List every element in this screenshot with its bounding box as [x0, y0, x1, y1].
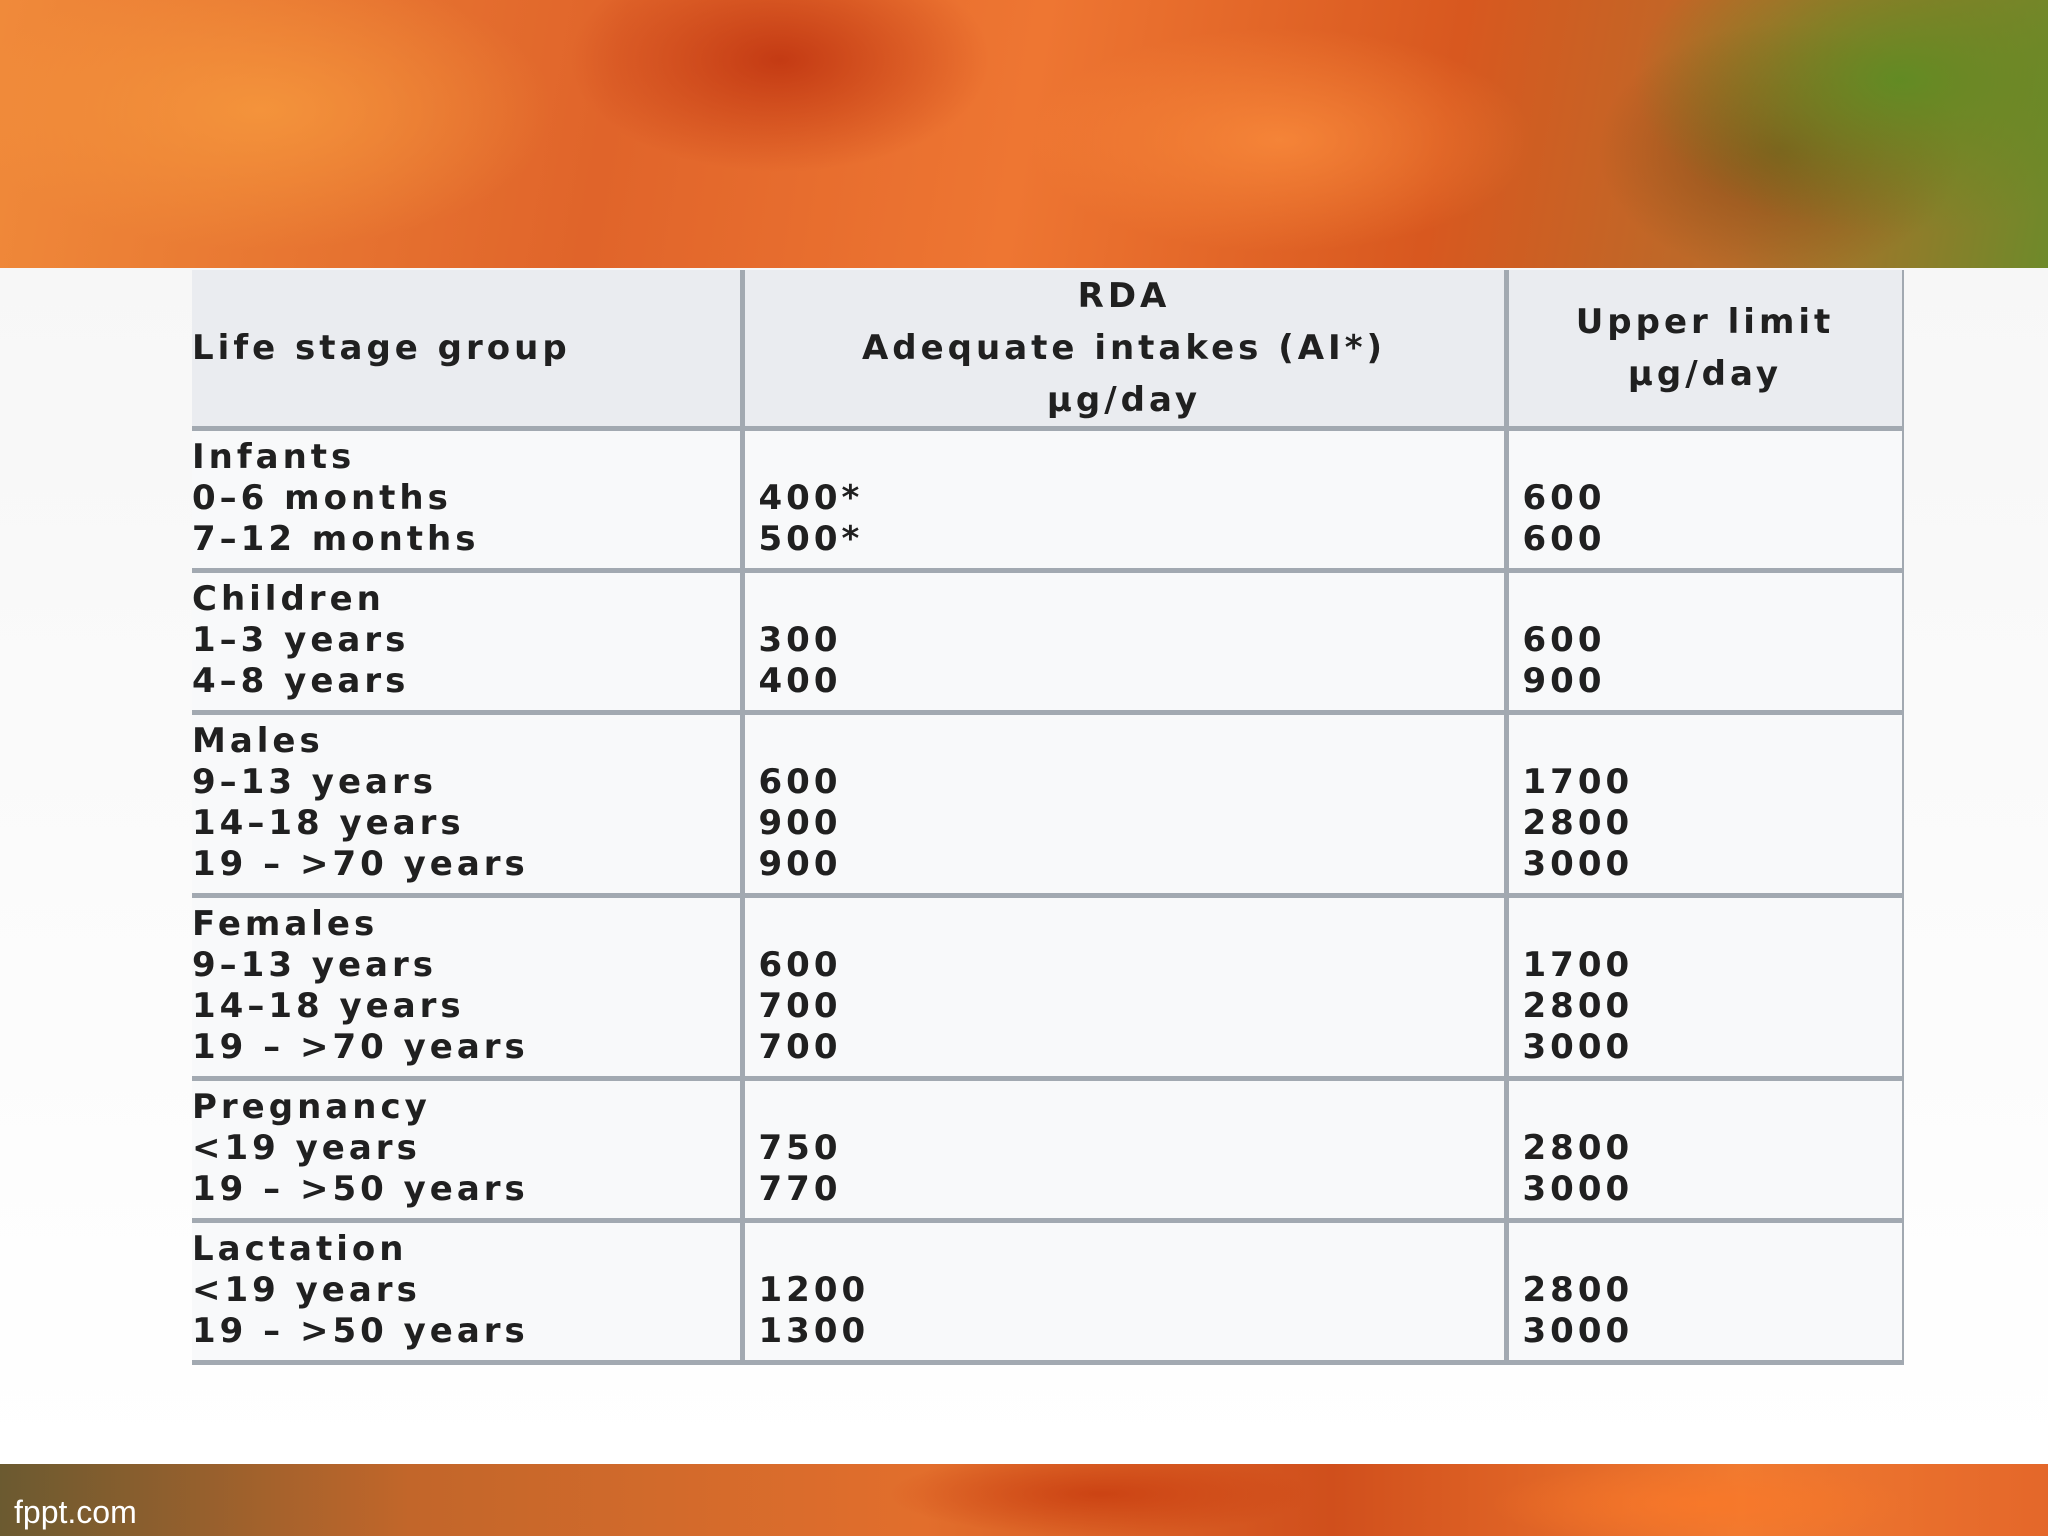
- header-upper-limit-label: Upper limit: [1575, 302, 1835, 342]
- table-group-row: Pregnancy <19 years 19 – >50 years 750 770 28…: [192, 1078, 1904, 1223]
- header-upper-limit-unit: µg/day: [1627, 354, 1783, 394]
- life-stage-cell: Children 1–3 years 4–8 years: [192, 570, 745, 715]
- header-banner: [0, 0, 2048, 268]
- rda-value: 900: [758, 803, 842, 843]
- upper-limit-cell: 1700 2800 3000: [1506, 895, 1904, 1081]
- table-group-row: Females 9–13 years 14–18 years 19 – >70 yea…: [192, 895, 1904, 1081]
- upper-limit-value: 2800: [1522, 986, 1634, 1026]
- nutrient-intake-table: Life stage group RDA Adequate intakes (A…: [192, 270, 1904, 1365]
- table-group-row: Males 9–13 years 14–18 years 19 – >70 years…: [192, 712, 1904, 898]
- life-stage-cell: Males 9–13 years 14–18 years 19 – >70 years: [192, 712, 745, 898]
- age-range: 19 – >50 years: [192, 1311, 529, 1351]
- rda-cell: 400* 500*: [742, 428, 1509, 573]
- table-group-row: Lactation <19 years 19 – >50 years 1200 1300…: [192, 1220, 1904, 1365]
- upper-limit-value: 2800: [1522, 803, 1634, 843]
- upper-limit-value: 2800: [1522, 1128, 1634, 1168]
- rda-value: 600: [758, 762, 842, 802]
- rda-cell: 750 770: [742, 1078, 1509, 1223]
- rda-value: 700: [758, 1027, 842, 1067]
- table-group-row: Infants 0–6 months 7–12 months 400* 500* 600 6…: [192, 428, 1904, 573]
- upper-limit-value: 600: [1522, 620, 1606, 660]
- age-range: 0–6 months: [192, 478, 452, 518]
- life-stage-cell: Pregnancy <19 years 19 – >50 years: [192, 1078, 745, 1223]
- upper-limit-value: 600: [1522, 519, 1606, 559]
- group-name: Lactation: [192, 1229, 408, 1269]
- rda-cell: 600 900 900: [742, 712, 1509, 898]
- upper-limit-cell: 2800 3000: [1506, 1078, 1904, 1223]
- life-stage-cell: Females 9–13 years 14–18 years 19 – >70 yea…: [192, 895, 745, 1081]
- rda-value: 400: [758, 661, 842, 701]
- rda-value: 750: [758, 1128, 842, 1168]
- upper-limit-cell: 2800 3000: [1506, 1220, 1904, 1365]
- header-ai-label: Adequate intakes (AI*): [861, 328, 1387, 368]
- header-rda: RDA Adequate intakes (AI*) µg/day: [742, 270, 1509, 431]
- age-range: 7–12 months: [192, 519, 480, 559]
- group-name: Pregnancy: [192, 1087, 431, 1127]
- group-name: Infants: [192, 437, 356, 477]
- rda-value: 400*: [758, 478, 864, 518]
- rda-cell: 300 400: [742, 570, 1509, 715]
- table-group-row: Children 1–3 years 4–8 years 300 400 600 900: [192, 570, 1904, 715]
- upper-limit-value: 3000: [1522, 1027, 1634, 1067]
- footer-banner: [0, 1464, 2048, 1536]
- rda-value: 770: [758, 1169, 842, 1209]
- rda-value: 300: [758, 620, 842, 660]
- age-range: 19 – >50 years: [192, 1169, 529, 1209]
- header-rda-label: RDA: [1077, 276, 1171, 316]
- rda-value: 900: [758, 844, 842, 884]
- age-range: 9–13 years: [192, 762, 437, 802]
- upper-limit-cell: 1700 2800 3000: [1506, 712, 1904, 898]
- upper-limit-value: 2800: [1522, 1270, 1634, 1310]
- age-range: 19 – >70 years: [192, 844, 529, 884]
- upper-limit-cell: 600 900: [1506, 570, 1904, 715]
- upper-limit-value: 3000: [1522, 1311, 1634, 1351]
- age-range: 4–8 years: [192, 661, 410, 701]
- rda-value: 700: [758, 986, 842, 1026]
- rda-value: 1200: [758, 1270, 870, 1310]
- header-life-stage-label: Life stage group: [192, 328, 571, 368]
- group-name: Children: [192, 579, 385, 619]
- footer-brand-text: fppt.com: [14, 1494, 137, 1530]
- rda-value: 1300: [758, 1311, 870, 1351]
- rda-cell: 1200 1300: [742, 1220, 1509, 1365]
- header-upper-limit: Upper limit µg/day: [1506, 270, 1904, 431]
- header-rda-unit: µg/day: [1046, 380, 1202, 420]
- group-name: Females: [192, 904, 379, 944]
- table-body: Infants 0–6 months 7–12 months 400* 500* 600 6…: [192, 428, 1904, 1365]
- group-name: Males: [192, 721, 324, 761]
- upper-limit-value: 3000: [1522, 844, 1634, 884]
- upper-limit-value: 1700: [1522, 762, 1634, 802]
- age-range: 1–3 years: [192, 620, 410, 660]
- age-range: 19 – >70 years: [192, 1027, 529, 1067]
- rda-cell: 600 700 700: [742, 895, 1509, 1081]
- age-range: <19 years: [192, 1128, 421, 1168]
- life-stage-cell: Lactation <19 years 19 – >50 years: [192, 1220, 745, 1365]
- age-range: 9–13 years: [192, 945, 437, 985]
- upper-limit-value: 600: [1522, 478, 1606, 518]
- upper-limit-value: 900: [1522, 661, 1606, 701]
- upper-limit-value: 3000: [1522, 1169, 1634, 1209]
- age-range: 14–18 years: [192, 803, 465, 843]
- upper-limit-cell: 600 600: [1506, 428, 1904, 573]
- rda-value: 500*: [758, 519, 864, 559]
- upper-limit-value: 1700: [1522, 945, 1634, 985]
- table-header-row: Life stage group RDA Adequate intakes (A…: [192, 270, 1904, 431]
- life-stage-cell: Infants 0–6 months 7–12 months: [192, 428, 745, 573]
- age-range: <19 years: [192, 1270, 421, 1310]
- header-life-stage-group: Life stage group: [192, 270, 745, 431]
- age-range: 14–18 years: [192, 986, 465, 1026]
- rda-value: 600: [758, 945, 842, 985]
- table-container: Life stage group RDA Adequate intakes (A…: [192, 270, 1904, 1440]
